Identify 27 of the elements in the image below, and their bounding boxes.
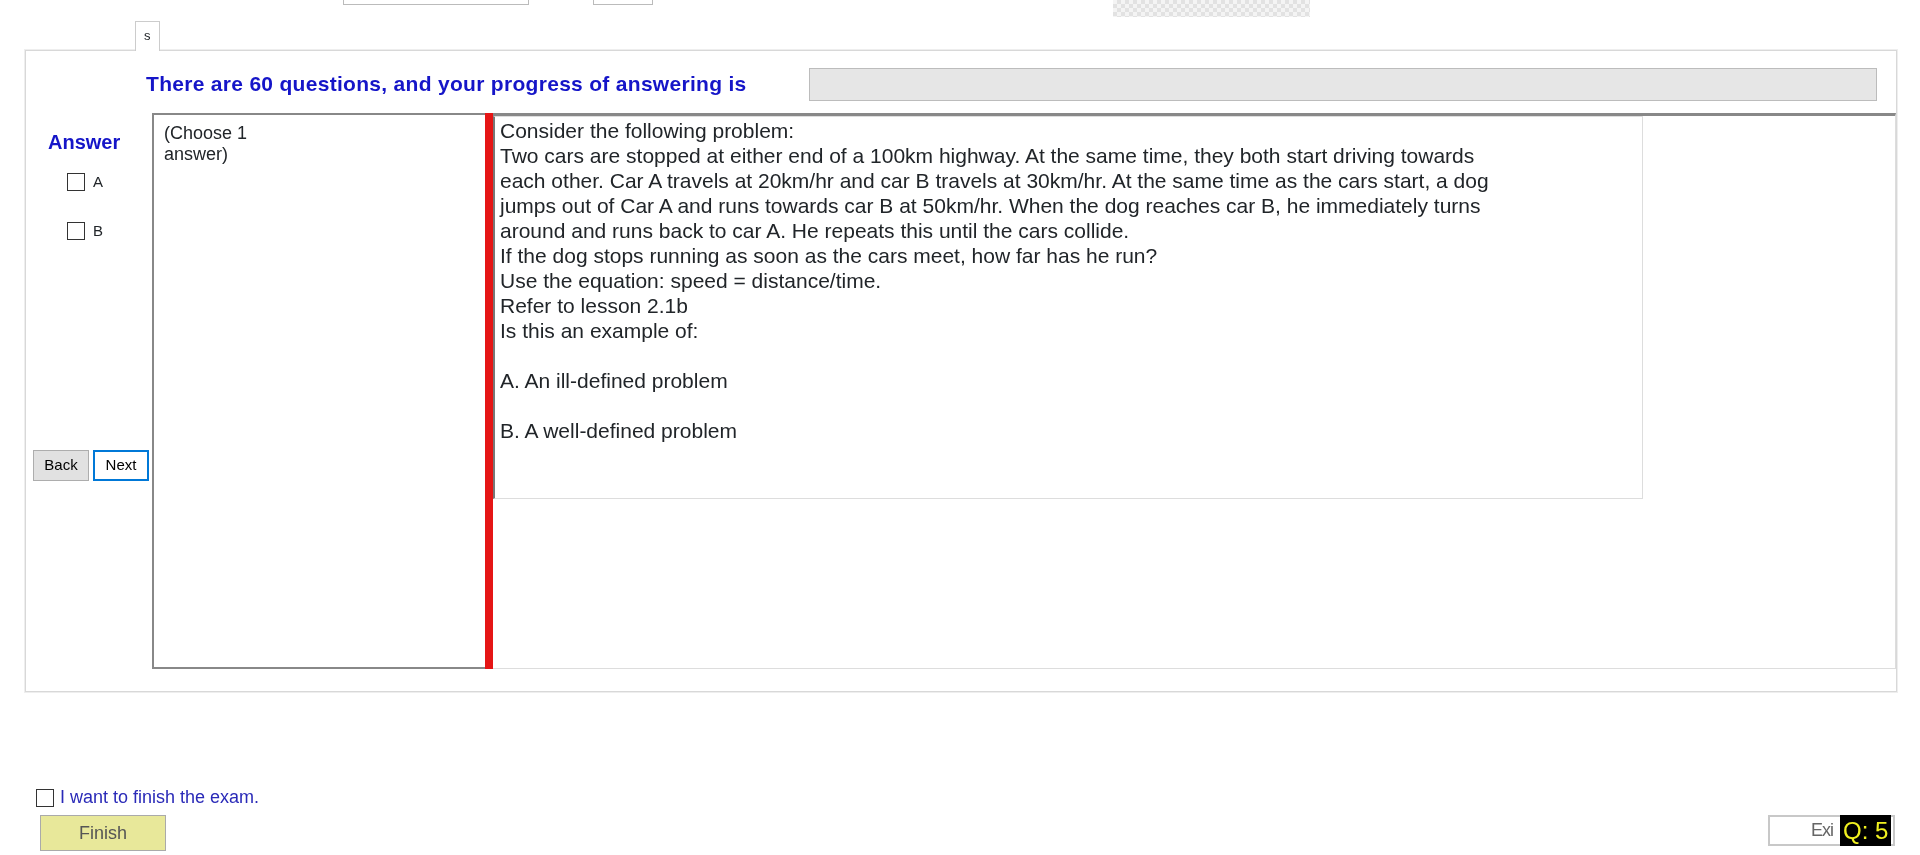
nav-button[interactable]: Back: [33, 450, 89, 481]
question-text: around and runs back to car A. He repeats this until the cars collide.: [500, 218, 1130, 243]
dropdown-field[interactable]: [343, 0, 529, 5]
question-text: Refer to lesson 2.1b: [500, 293, 688, 318]
dropdown-field[interactable]: [593, 0, 653, 5]
option-label: A: [93, 172, 103, 192]
choice-text: A. An ill-defined problem: [500, 368, 728, 393]
checkbox[interactable]: [67, 221, 85, 240]
option-label: B: [93, 220, 103, 241]
question-text: Is this an example of:: [500, 318, 699, 343]
question-text: Consider the following problem:: [500, 118, 795, 143]
question-text: Two cars are stopped at either end of a 100km highway. At the same time, they both start driving towards: [500, 143, 1475, 168]
progress-label: There are 60 questions, and your progress of answering is: [146, 71, 748, 98]
nav-button[interactable]: Next: [93, 450, 149, 481]
checkbox[interactable]: [36, 788, 54, 807]
choice-text: B. A well-defined problem: [500, 418, 737, 443]
instruction-text: (Choose 1 answer): [164, 123, 249, 165]
question-text: Use the equation: speed = distance/time.: [500, 268, 882, 293]
tab[interactable]: s: [135, 21, 160, 51]
checkbox[interactable]: [67, 173, 85, 192]
question-text: each other. Car A travels at 20km/hr and car B travels at 30km/hr. At the same time as the cars start, a dog: [500, 168, 1489, 193]
question-number: Q: 5: [1840, 815, 1892, 846]
question-text: jumps out of Car A and runs towards car B at 50km/hr. When the dog reaches car B, he immediately turns: [500, 193, 1481, 218]
question-text: If the dog stops running as soon as the cars meet, how far has he run?: [500, 243, 1158, 268]
finish-button[interactable]: Finish: [40, 815, 166, 851]
checkbox-label: I want to finish the exam.: [60, 786, 260, 809]
answer-title: Answer: [48, 130, 122, 155]
